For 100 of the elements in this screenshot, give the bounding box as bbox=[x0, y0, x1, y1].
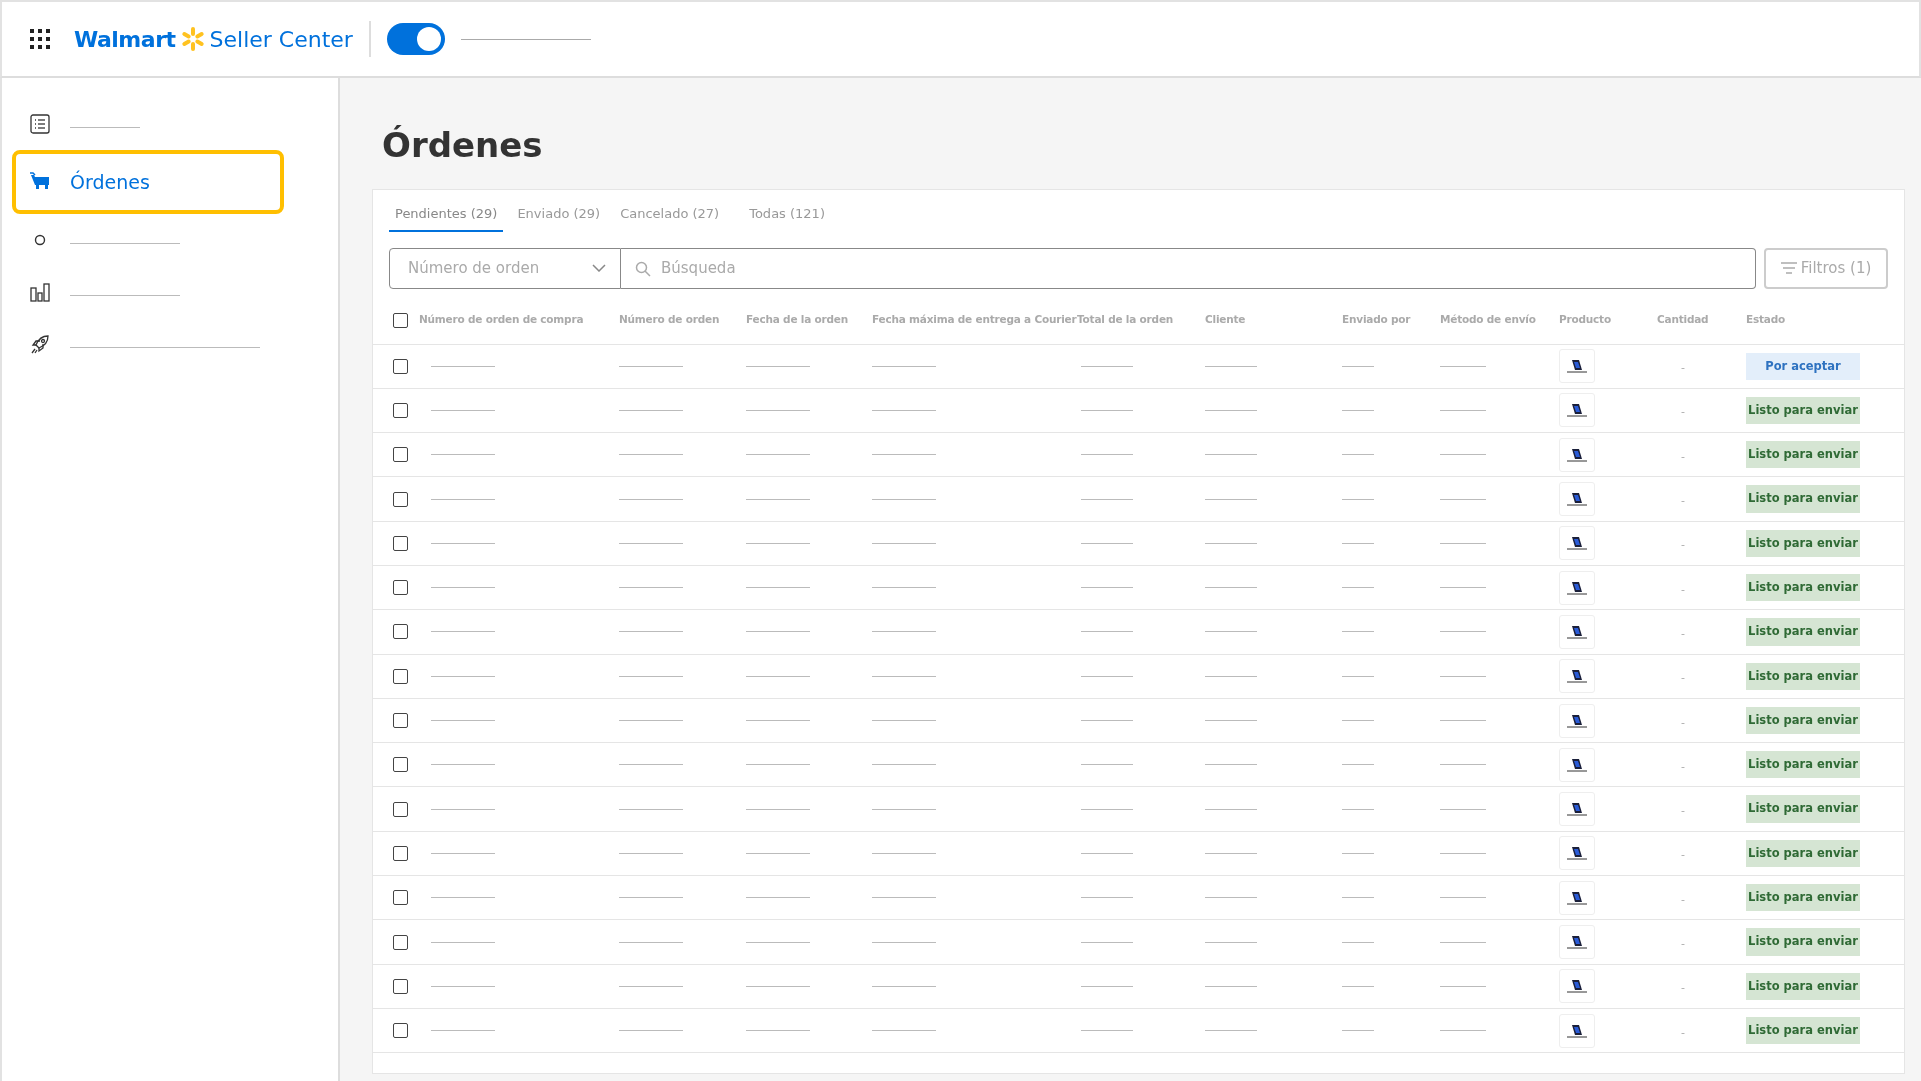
row-checkbox[interactable] bbox=[393, 890, 408, 906]
placeholder-line bbox=[872, 808, 936, 810]
placeholder-line bbox=[619, 897, 683, 899]
placeholder-line bbox=[1440, 720, 1486, 721]
placeholder-line bbox=[1205, 764, 1257, 766]
row-checkbox[interactable] bbox=[393, 358, 408, 374]
row-checkbox[interactable] bbox=[393, 845, 408, 861]
row-checkbox[interactable] bbox=[393, 580, 408, 596]
placeholder-line bbox=[1205, 720, 1257, 721]
placeholder-line bbox=[1205, 941, 1257, 943]
placeholder-line bbox=[1440, 808, 1486, 810]
quantity-text: - bbox=[1681, 405, 1685, 419]
placeholder-line bbox=[619, 365, 683, 367]
product-name: Seller Center bbox=[209, 25, 353, 54]
placeholder-line bbox=[1081, 498, 1133, 500]
tab[interactable]: Todas (121) bbox=[743, 198, 831, 232]
placeholder-line bbox=[872, 454, 936, 456]
placeholder-line bbox=[1081, 985, 1133, 987]
placeholder-line bbox=[619, 985, 683, 987]
placeholder-line bbox=[1081, 454, 1133, 456]
placeholder-line bbox=[1440, 675, 1486, 677]
placeholder-line bbox=[1440, 941, 1486, 943]
placeholder-line bbox=[1205, 675, 1257, 677]
search-field[interactable]: Búsqueda bbox=[621, 247, 1756, 289]
column-header: Enviado por bbox=[1342, 312, 1412, 328]
bar-chart-icon bbox=[30, 282, 50, 302]
placeholder-line bbox=[746, 587, 810, 589]
laptop-icon bbox=[1566, 669, 1588, 684]
row-checkbox[interactable] bbox=[393, 801, 408, 817]
chevron-down-icon bbox=[592, 264, 606, 272]
placeholder-line bbox=[1081, 409, 1133, 411]
quantity-text: - bbox=[1681, 538, 1685, 552]
placeholder-line bbox=[1342, 764, 1374, 766]
placeholder-line bbox=[1205, 808, 1257, 810]
status-badge: Listo para enviar bbox=[1746, 618, 1860, 646]
status-badge: Por aceptar bbox=[1746, 352, 1860, 380]
placeholder-line bbox=[746, 941, 810, 943]
placeholder-line bbox=[872, 852, 936, 854]
placeholder-line bbox=[746, 720, 810, 721]
filters-button[interactable]: Filtros (1) bbox=[1764, 247, 1888, 289]
column-header: Cliente bbox=[1205, 312, 1247, 328]
placeholder-line bbox=[619, 764, 683, 766]
placeholder-line bbox=[1342, 808, 1374, 810]
status-badge: Listo para enviar bbox=[1746, 662, 1860, 690]
sidebar-item[interactable]: Órdenes bbox=[12, 150, 284, 214]
laptop-icon bbox=[1566, 757, 1588, 772]
apps-grid-icon[interactable] bbox=[30, 29, 50, 49]
placeholder-line bbox=[1342, 587, 1374, 589]
placeholder-line bbox=[619, 675, 683, 677]
quantity-text: - bbox=[1681, 981, 1685, 995]
row-checkbox[interactable] bbox=[393, 624, 408, 640]
placeholder-line bbox=[1440, 852, 1486, 854]
select-all-checkbox[interactable] bbox=[393, 312, 408, 328]
tab[interactable]: Pendientes (29) bbox=[389, 198, 504, 232]
order-number-dropdown[interactable]: Número de orden bbox=[389, 247, 621, 289]
placeholder-line bbox=[746, 808, 810, 810]
laptop-icon bbox=[1566, 580, 1588, 595]
row-checkbox[interactable] bbox=[393, 934, 408, 950]
placeholder-line bbox=[1205, 365, 1257, 367]
placeholder-line bbox=[619, 852, 683, 854]
tab[interactable]: Enviado (29) bbox=[511, 198, 607, 232]
row-checkbox[interactable] bbox=[393, 978, 408, 994]
placeholder-line bbox=[1342, 409, 1374, 411]
placeholder-line bbox=[1205, 1030, 1257, 1032]
row-checkbox[interactable] bbox=[393, 402, 408, 418]
placeholder-line bbox=[1342, 542, 1374, 544]
quantity-text: - bbox=[1681, 361, 1685, 375]
spark-logo-icon bbox=[179, 26, 206, 52]
placeholder-line bbox=[1081, 720, 1133, 721]
toggle-switch[interactable] bbox=[386, 23, 445, 55]
placeholder-line bbox=[431, 631, 495, 633]
filter-icon bbox=[1780, 262, 1797, 274]
row-checkbox[interactable] bbox=[393, 668, 408, 684]
placeholder-line bbox=[431, 941, 495, 943]
placeholder-line bbox=[1342, 1030, 1374, 1032]
placeholder-line bbox=[872, 720, 936, 721]
tab[interactable]: Cancelado (27) bbox=[614, 198, 726, 232]
row-checkbox[interactable] bbox=[393, 713, 408, 728]
row-checkbox[interactable] bbox=[393, 491, 408, 507]
placeholder-line bbox=[431, 764, 495, 766]
row-checkbox[interactable] bbox=[393, 535, 408, 551]
row-checkbox[interactable] bbox=[393, 447, 408, 463]
placeholder-line bbox=[746, 897, 810, 899]
placeholder-line bbox=[431, 498, 495, 500]
row-checkbox[interactable] bbox=[393, 1023, 408, 1039]
placeholder-line bbox=[1205, 498, 1257, 500]
placeholder-line bbox=[1081, 941, 1133, 943]
placeholder-line bbox=[1440, 764, 1486, 766]
status-badge: Listo para enviar bbox=[1746, 928, 1860, 956]
placeholder-line bbox=[1205, 852, 1257, 854]
row-checkbox[interactable] bbox=[393, 757, 408, 773]
placeholder-line bbox=[1342, 454, 1374, 456]
placeholder-line bbox=[1440, 985, 1486, 987]
placeholder-line bbox=[1342, 720, 1374, 721]
placeholder-line bbox=[746, 454, 810, 456]
quantity-text: - bbox=[1681, 804, 1685, 818]
placeholder-line bbox=[1205, 409, 1257, 411]
placeholder-line bbox=[1440, 542, 1486, 544]
placeholder-line bbox=[872, 897, 936, 899]
placeholder-line bbox=[1342, 631, 1374, 633]
